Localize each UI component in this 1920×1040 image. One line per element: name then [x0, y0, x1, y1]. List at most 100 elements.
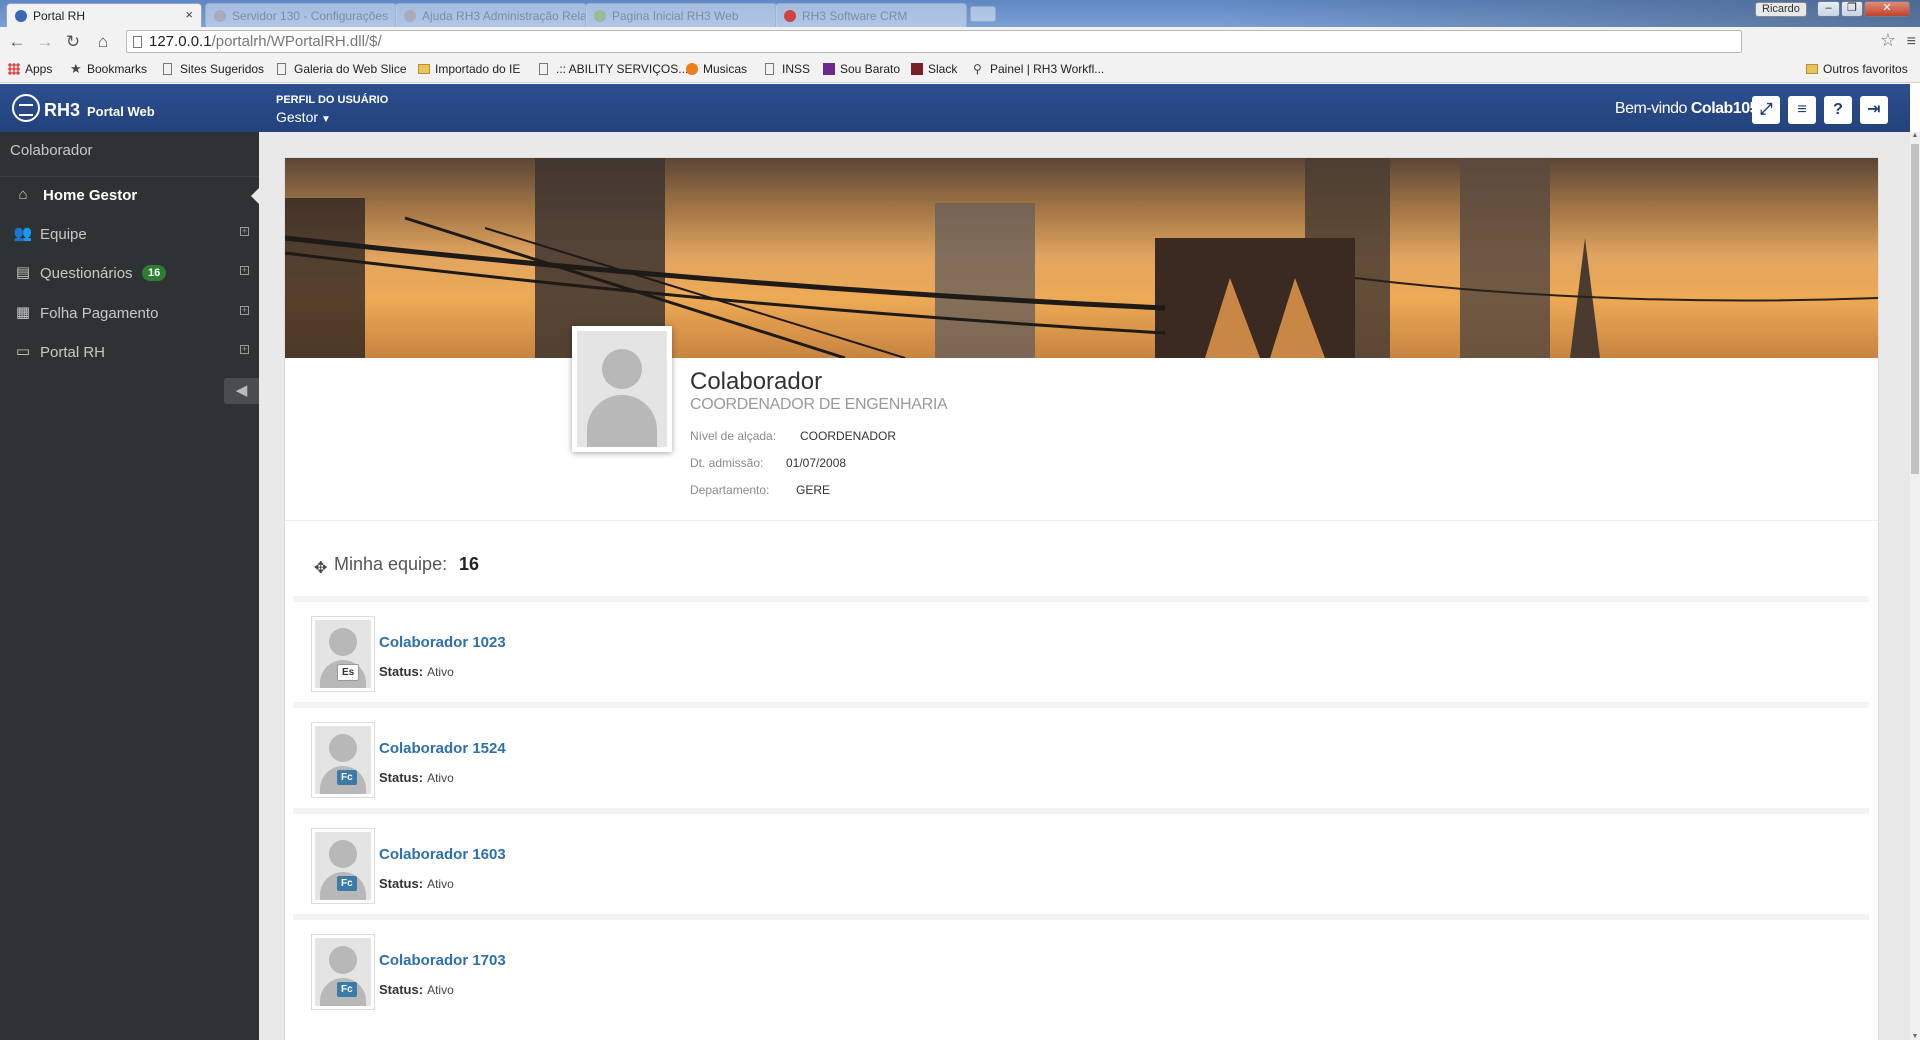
monitor-icon: ▭: [15, 343, 31, 360]
bookmark-importado-ie[interactable]: Importado do IE: [418, 62, 520, 76]
sidebar-item-folha-pagamento[interactable]: ▦ Folha Pagamento +: [0, 296, 259, 330]
member-type-badge: Fc: [337, 876, 357, 891]
member-type-badge: Fc: [337, 770, 357, 785]
bookmark-label: Sites Sugeridos: [180, 62, 265, 76]
bookmark-sites-sugeridos[interactable]: Sites Sugeridos: [163, 62, 264, 76]
bookmark-label: Musicas: [703, 62, 748, 76]
active-caret: [251, 188, 259, 204]
member-name-link[interactable]: Colaborador 1703: [379, 952, 506, 969]
sidebar-item-label: Folha Pagamento: [40, 305, 159, 322]
bookmark-sou-barato[interactable]: Sou Barato: [823, 62, 900, 76]
profile-job-title: COORDENADOR DE ENGENHARIA: [690, 396, 948, 413]
menu-button[interactable]: ≡: [1788, 96, 1816, 124]
member-name-link[interactable]: Colaborador 1023: [379, 634, 506, 651]
member-name-link[interactable]: Colaborador 1603: [379, 846, 506, 863]
expand-icon[interactable]: +: [240, 345, 249, 354]
team-member-card[interactable]: Fc Colaborador 1603 Status: Ativo: [293, 808, 1869, 914]
browser-tab-portal-rh[interactable]: Portal RH ×: [6, 3, 202, 27]
fullscreen-button[interactable]: ⤢: [1752, 96, 1780, 124]
status-label: Status:: [379, 770, 424, 785]
bookmark-label: Outros favoritos: [1823, 62, 1908, 76]
browser-tab[interactable]: RH3 Software CRM: [775, 3, 967, 27]
city-skyline-illustration: [285, 158, 1878, 358]
expand-icon[interactable]: +: [240, 227, 249, 236]
sidebar-item-label: Questionários: [40, 265, 133, 282]
profile-label: PERFIL DO USUÁRIO: [276, 94, 389, 106]
reload-button[interactable]: ↻: [62, 32, 84, 52]
minimize-button[interactable]: –: [1817, 1, 1840, 17]
bookmark-label: Sou Barato: [840, 62, 901, 76]
avatar-placeholder-icon: [577, 331, 667, 447]
sidebar-role: Colaborador: [10, 142, 93, 159]
field-value: 01/07/2008: [786, 456, 847, 470]
member-status: Status: Ativo: [379, 982, 454, 997]
page-icon: [765, 63, 774, 75]
scrollbar-thumb[interactable]: [1911, 144, 1919, 474]
bookmark-ability[interactable]: .:: ABILITY SERVIÇOS...: [539, 62, 688, 76]
sidebar-item-questionarios[interactable]: ▤ Questionários 16 +: [0, 256, 259, 290]
tab-title: Ajuda RH3 Administração Relatórios: [422, 9, 587, 23]
bookmark-label: Slack: [928, 62, 958, 76]
bookmarks-bar: Apps ★ Bookmarks Sites Sugeridos Galeria…: [0, 57, 1920, 83]
profile-name: Colaborador: [690, 368, 823, 395]
logout-button[interactable]: ⇥: [1860, 96, 1888, 124]
new-tab-button[interactable]: [970, 6, 996, 22]
browser-menu-icon[interactable]: ≡: [1907, 33, 1916, 51]
bookmark-painel-rh3[interactable]: ⚲ Painel | RH3 Workfl...: [973, 62, 1104, 76]
member-name-link[interactable]: Colaborador 1524: [379, 740, 506, 757]
profile-selector[interactable]: Gestor ▼: [276, 109, 331, 125]
team-member-card[interactable]: Es Colaborador 1023 Status: Ativo: [293, 596, 1869, 702]
rh3-logo-icon: [12, 94, 40, 122]
sidebar-collapse-button[interactable]: ◀: [224, 378, 259, 404]
tab-strip-shade: [1220, 0, 1920, 27]
expand-icon[interactable]: +: [240, 266, 249, 275]
bookmark-outros-favoritos[interactable]: Outros favoritos: [1806, 62, 1908, 76]
browser-profile-button[interactable]: Ricardo: [1755, 2, 1807, 17]
scroll-down-icon[interactable]: ▼: [1911, 1033, 1919, 1040]
browser-tab[interactable]: Ajuda RH3 Administração Relatórios: [395, 3, 587, 27]
sidebar-item-portal-rh[interactable]: ▭ Portal RH +: [0, 335, 259, 369]
star-icon: ★: [70, 61, 82, 76]
sidebar-item-label: Portal RH: [40, 344, 106, 361]
close-icon[interactable]: ×: [185, 7, 193, 22]
sidebar-item-equipe[interactable]: 👥 Equipe +: [0, 217, 259, 251]
forward-button[interactable]: →: [34, 32, 56, 52]
expand-icon[interactable]: +: [240, 306, 249, 315]
page-scrollbar[interactable]: ▲ ▼: [1910, 132, 1920, 1040]
browser-tab[interactable]: Servidor 130 - Configurações: [205, 3, 397, 27]
sidebar-item-label: Equipe: [40, 226, 87, 243]
bookmark-label: Apps: [25, 62, 53, 76]
window-close-button[interactable]: ✕: [1864, 1, 1910, 17]
team-member-card[interactable]: Fc Colaborador 1703 Status: Ativo: [293, 914, 1869, 1020]
home-button[interactable]: ⌂: [92, 32, 114, 52]
bookmark-galeria[interactable]: Galeria do Web Slice: [277, 62, 407, 76]
sidebar-item-home-gestor[interactable]: ⌂ Home Gestor: [0, 178, 259, 212]
back-button[interactable]: ←: [6, 32, 28, 52]
sou-barato-icon: [823, 63, 835, 75]
help-button[interactable]: ?: [1824, 96, 1852, 124]
bookmark-apps[interactable]: Apps: [8, 62, 52, 76]
tab-title: Portal RH: [33, 9, 86, 23]
team-member-card[interactable]: Fc Colaborador 1524 Status: Ativo: [293, 702, 1869, 808]
bookmark-slack[interactable]: Slack: [911, 62, 957, 76]
logo-title: RH3: [44, 100, 81, 120]
browser-toolbar: ← → ↻ ⌂ 127.0.0.1/portalrh/WPortalRH.dll…: [0, 27, 1920, 57]
music-icon: [686, 63, 698, 75]
address-bar[interactable]: 127.0.0.1/portalrh/WPortalRH.dll/$/: [126, 30, 1742, 53]
bookmark-inss[interactable]: INSS: [765, 62, 810, 76]
sidebar-item-label: Home Gestor: [43, 187, 138, 204]
page-icon: [277, 63, 286, 75]
apps-icon: [8, 63, 20, 75]
maximize-button[interactable]: ❐: [1841, 1, 1863, 17]
welcome-prefix: Bem-vindo: [1614, 100, 1687, 117]
member-type-badge: Fc: [337, 982, 357, 997]
slack-icon: [911, 63, 923, 75]
bookmark-label: .:: ABILITY SERVIÇOS...: [556, 62, 689, 76]
scroll-up-icon[interactable]: ▲: [1911, 132, 1919, 139]
bookmark-bookmarks[interactable]: ★ Bookmarks: [70, 62, 147, 76]
bookmark-musicas[interactable]: Musicas: [686, 62, 747, 76]
browser-tab[interactable]: Pagina Inicial RH3 Web: [585, 3, 777, 27]
status-value: Ativo: [427, 771, 454, 785]
bookmark-star-icon[interactable]: ☆: [1880, 30, 1896, 51]
page-icon: [133, 36, 142, 48]
